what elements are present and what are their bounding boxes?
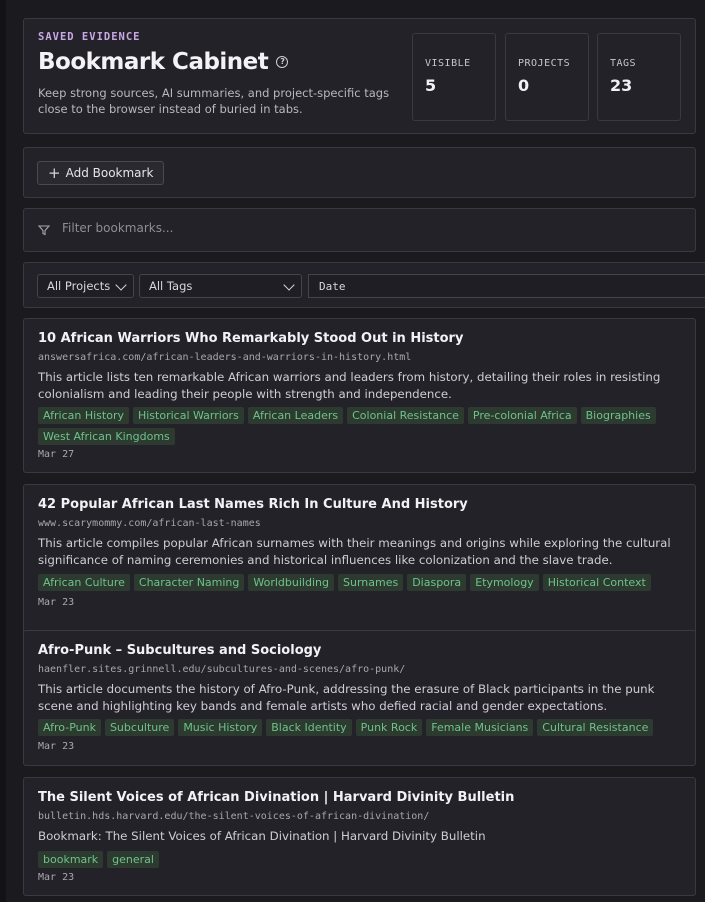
stat-value: 23 bbox=[610, 76, 633, 95]
tag[interactable]: Etymology bbox=[470, 574, 539, 591]
stat-projects: PROJECTS 0 bbox=[505, 33, 589, 121]
add-bar: + Add Bookmark bbox=[23, 147, 696, 198]
bookmark-description: This article documents the history of Af… bbox=[38, 682, 655, 713]
page-subtitle: Keep strong sources, AI summaries, and p… bbox=[38, 86, 390, 116]
add-bookmark-label: Add Bookmark bbox=[65, 166, 154, 180]
bookmark-url[interactable]: www.scarymommy.com/african-last-names bbox=[38, 518, 261, 529]
tag[interactable]: African Culture bbox=[38, 574, 130, 591]
bookmark-cabinet: SAVED EVIDENCE Bookmark Cabinet ? Keep s… bbox=[23, 18, 705, 896]
bookmark-date: Mar 23 bbox=[38, 741, 75, 752]
tag[interactable]: Historical Context bbox=[542, 574, 651, 591]
tag[interactable]: Female Musicians bbox=[426, 719, 534, 736]
plus-icon: + bbox=[48, 163, 61, 182]
stat-label: PROJECTS bbox=[518, 58, 571, 69]
filter-input[interactable]: Filter bookmarks... bbox=[62, 221, 173, 235]
filter-icon bbox=[38, 225, 50, 236]
stat-visible: VISIBLE 5 bbox=[412, 33, 496, 121]
tag[interactable]: Historical Warriors bbox=[132, 407, 244, 424]
tag[interactable]: Music History bbox=[178, 719, 263, 736]
stat-tags: TAGS 23 bbox=[597, 33, 681, 121]
bookmark-url[interactable]: haenfler.sites.grinnell.edu/subcultures-… bbox=[38, 664, 405, 675]
bookmark-card[interactable]: Afro-Punk – Subcultures and Sociology ha… bbox=[23, 630, 696, 766]
bookmark-date: Mar 23 bbox=[38, 872, 75, 883]
tag[interactable]: Colonial Resistance bbox=[347, 407, 464, 424]
tag-list: African History Historical Warriors Afri… bbox=[38, 407, 688, 445]
tag[interactable]: Biographies bbox=[580, 407, 656, 424]
page-title: Bookmark Cabinet ? bbox=[38, 49, 289, 75]
left-edge bbox=[0, 0, 6, 902]
bookmark-date: Mar 27 bbox=[38, 449, 75, 460]
bookmark-card[interactable]: 10 African Warriors Who Remarkably Stood… bbox=[23, 318, 696, 473]
bookmark-url[interactable]: answersafrica.com/african-leaders-and-wa… bbox=[38, 352, 411, 363]
tag[interactable]: African Leaders bbox=[247, 407, 344, 424]
tag[interactable]: Pre-colonial Africa bbox=[467, 407, 577, 424]
tag[interactable]: Diaspora bbox=[407, 574, 467, 591]
bookmark-title[interactable]: Afro-Punk – Subcultures and Sociology bbox=[38, 643, 321, 658]
tag[interactable]: bookmark bbox=[38, 851, 104, 868]
bookmark-url[interactable]: bulletin.hds.harvard.edu/the-silent-voic… bbox=[38, 811, 429, 822]
bookmark-description: This article lists ten remarkable Africa… bbox=[38, 370, 661, 401]
tag[interactable]: Surnames bbox=[337, 574, 404, 591]
tag[interactable]: Black Identity bbox=[266, 719, 352, 736]
bookmark-card[interactable]: The Silent Voices of African Divination … bbox=[23, 777, 696, 896]
bookmark-date: Mar 23 bbox=[38, 597, 75, 608]
tag-list: Afro-Punk Subculture Music History Black… bbox=[38, 719, 688, 736]
tag[interactable]: general bbox=[107, 851, 159, 868]
tags-select[interactable]: All Tags bbox=[139, 274, 302, 298]
chevron-down-icon bbox=[283, 279, 295, 291]
selector-bar: All Projects All Tags Date bbox=[23, 262, 705, 308]
projects-select-value: All Projects bbox=[47, 279, 111, 293]
bookmark-description: This article compiles popular African su… bbox=[38, 536, 671, 567]
tag[interactable]: Subculture bbox=[104, 719, 175, 736]
date-input[interactable]: Date bbox=[308, 274, 705, 298]
chevron-down-icon bbox=[115, 279, 127, 291]
bookmark-title[interactable]: The Silent Voices of African Divination … bbox=[38, 790, 514, 805]
bookmark-card[interactable]: 42 Popular African Last Names Rich In Cu… bbox=[23, 484, 696, 639]
add-bookmark-button[interactable]: + Add Bookmark bbox=[37, 161, 165, 185]
tag[interactable]: Punk Rock bbox=[355, 719, 423, 736]
stat-value: 5 bbox=[425, 76, 437, 95]
eyebrow: SAVED EVIDENCE bbox=[38, 31, 141, 43]
tag[interactable]: Cultural Resistance bbox=[537, 719, 654, 736]
projects-select[interactable]: All Projects bbox=[37, 274, 134, 298]
tag[interactable]: West African Kingdoms bbox=[38, 428, 175, 445]
tag-list: African Culture Character Naming Worldbu… bbox=[38, 574, 688, 591]
stat-label: TAGS bbox=[610, 58, 637, 69]
bookmark-title[interactable]: 42 Popular African Last Names Rich In Cu… bbox=[38, 497, 468, 512]
tag[interactable]: Afro-Punk bbox=[38, 719, 101, 736]
filter-bar[interactable]: Filter bookmarks... bbox=[23, 208, 696, 252]
tags-select-value: All Tags bbox=[149, 279, 193, 293]
tag-list: bookmark general bbox=[38, 851, 688, 868]
help-icon[interactable]: ? bbox=[276, 56, 289, 68]
stat-value: 0 bbox=[518, 76, 530, 95]
header-panel: SAVED EVIDENCE Bookmark Cabinet ? Keep s… bbox=[23, 18, 696, 134]
stat-label: VISIBLE bbox=[425, 58, 471, 69]
tag[interactable]: African History bbox=[38, 407, 129, 424]
tag[interactable]: Worldbuilding bbox=[248, 574, 334, 591]
tag[interactable]: Character Naming bbox=[133, 574, 245, 591]
bookmark-title[interactable]: 10 African Warriors Who Remarkably Stood… bbox=[38, 331, 463, 346]
bookmark-description: Bookmark: The Silent Voices of African D… bbox=[38, 829, 486, 843]
page-title-text: Bookmark Cabinet bbox=[38, 49, 269, 75]
